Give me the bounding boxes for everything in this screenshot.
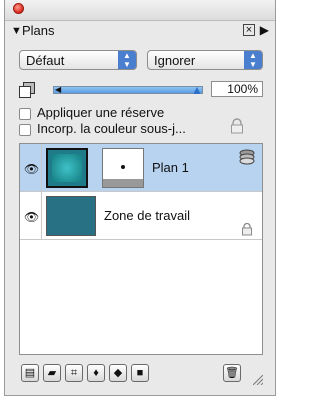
blend-mode-value: Défaut [26, 53, 65, 68]
slider-left-arrow-icon[interactable]: ◀ [55, 85, 61, 94]
panel-header: ▼ Plans × ▶ [5, 22, 275, 40]
layers-toolbar: ▤ ▰ ⌗ ♦ ◆ ■ 🗑 [19, 364, 263, 386]
new-group-icon[interactable]: ⌗ [65, 364, 83, 382]
panel-menu-icon[interactable]: ▶ [260, 23, 269, 37]
incorp-label: Incorp. la couleur sous-j... [37, 121, 186, 136]
close-window-button[interactable] [13, 3, 24, 14]
knockout-value: Ignorer [154, 53, 196, 68]
visibility-toggle[interactable]: 👁 [20, 192, 42, 239]
new-layer-icon[interactable]: ▤ [21, 364, 39, 382]
mask-edit-icon[interactable]: ◆ [109, 364, 127, 382]
lock-icon [242, 222, 252, 236]
layer-row-zone-de-travail[interactable]: 👁 Zone de travail [20, 192, 262, 240]
fill-icon[interactable]: ■ [131, 364, 149, 382]
layer-thumbnail [46, 196, 96, 236]
layer-thumbnail [46, 148, 88, 188]
select-arrows-icon: ▲ ▼ [118, 51, 136, 69]
layers-list: 👁 Plan 1 👁 Zone de travail [19, 143, 263, 355]
opacity-slider[interactable]: ◀ ▲ [53, 83, 203, 97]
resize-grip-icon[interactable] [253, 375, 263, 385]
layer-name: Zone de travail [104, 208, 190, 223]
opacity-field[interactable]: 100% [211, 81, 263, 97]
layers-panel: ▼ Plans × ▶ Défaut ▲ ▼ Ignorer ▲ ▼ ◀ ▲ 100… [4, 0, 276, 396]
eye-icon: 👁 [24, 162, 40, 176]
panel-title: Plans [22, 23, 55, 38]
slider-thumb[interactable]: ▲ [191, 83, 203, 97]
layer-effects-icon[interactable]: ▰ [43, 364, 61, 382]
knockout-select[interactable]: Ignorer ▲ ▼ [147, 50, 263, 70]
incorp-checkbox[interactable] [19, 124, 31, 136]
panel-close-icon[interactable]: × [243, 24, 255, 36]
trash-icon[interactable]: 🗑 [223, 364, 241, 382]
window-titlebar [5, 0, 275, 21]
layer-mask-thumbnail[interactable] [102, 148, 144, 188]
reserve-label: Appliquer une réserve [37, 105, 165, 120]
mask-add-icon[interactable]: ♦ [87, 364, 105, 382]
collapse-triangle-icon[interactable]: ▼ [11, 25, 22, 37]
reserve-checkbox[interactable] [19, 108, 31, 120]
select-arrows-icon: ▲ ▼ [244, 51, 262, 69]
opacity-icon [19, 82, 35, 98]
slider-track [53, 86, 203, 94]
layer-name: Plan 1 [152, 160, 189, 175]
blend-mode-select[interactable]: Défaut ▲ ▼ [19, 50, 137, 70]
lock-icon [231, 118, 243, 134]
layer-stack-icon [239, 149, 255, 165]
eye-icon: 👁 [24, 210, 40, 224]
layer-row-plan-1[interactable]: 👁 Plan 1 [20, 144, 262, 192]
visibility-toggle[interactable]: 👁 [20, 144, 42, 191]
